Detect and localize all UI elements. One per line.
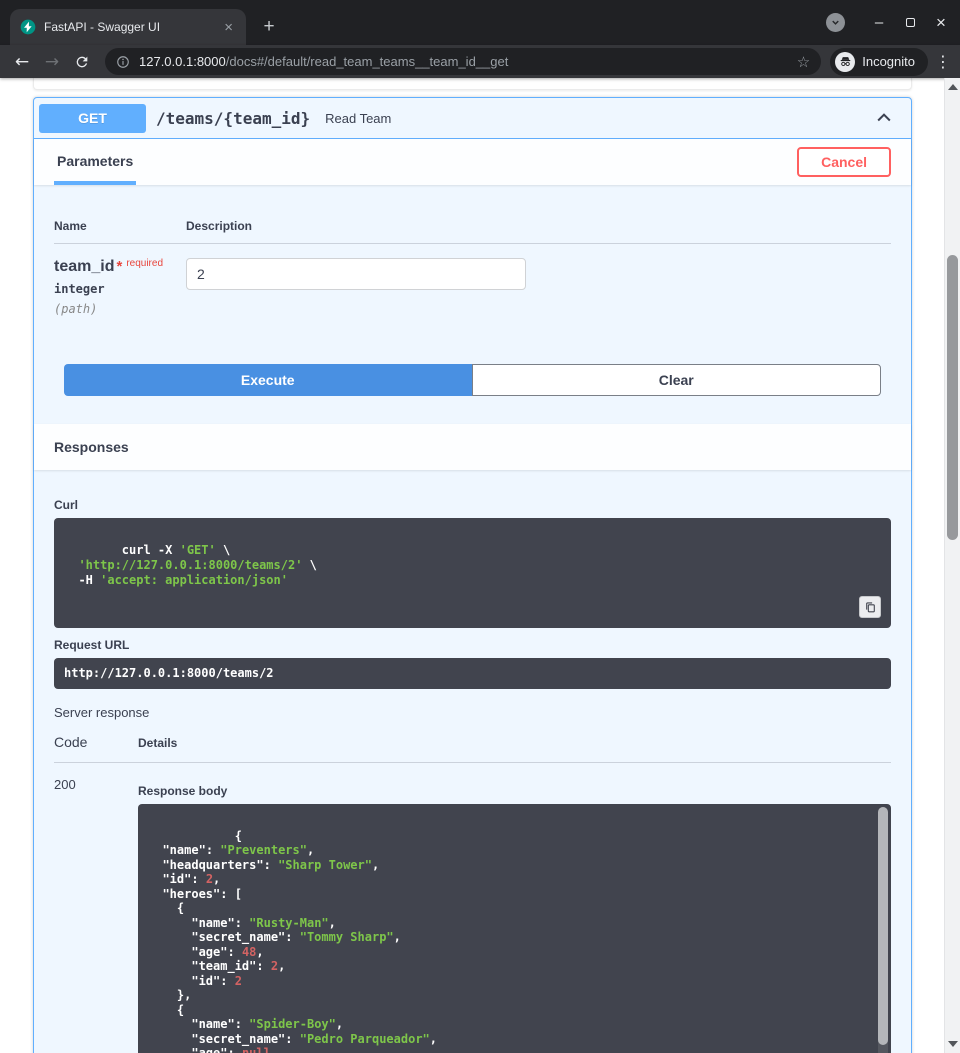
- required-star: *: [116, 258, 122, 275]
- maximize-icon: [906, 18, 915, 27]
- swagger-page: GET /teams/{team_id} Read Team Parameter…: [0, 78, 960, 1053]
- incognito-badge: Incognito: [830, 48, 928, 76]
- parameter-description-cell: [186, 258, 526, 316]
- parameters-table-header: Name Description: [54, 205, 891, 244]
- collapse-chevron-icon[interactable]: [874, 108, 894, 128]
- method-badge: GET: [39, 104, 146, 133]
- parameters-section: Name Description team_id* required intege…: [34, 185, 911, 424]
- incognito-label: Incognito: [862, 54, 915, 69]
- forward-icon: →: [38, 49, 66, 75]
- titlebar: FastAPI - Swagger UI × + – ×: [0, 0, 960, 45]
- page-info-icon[interactable]: [116, 55, 130, 69]
- response-body-code: { "name": "Preventers", "headquarters": …: [138, 804, 891, 1053]
- response-body-label: Response body: [138, 784, 891, 798]
- endpoint-path: /teams/{team_id}: [156, 109, 310, 128]
- endpoint-summary: Read Team: [325, 111, 391, 126]
- status-code: 200: [54, 777, 138, 1053]
- details-column-header: Details: [138, 736, 177, 750]
- parameter-location: (path): [54, 302, 186, 316]
- browser-chrome: FastAPI - Swagger UI × + – × ← → 127.0.0…: [0, 0, 960, 78]
- responses-title: Responses: [54, 439, 129, 455]
- url-host: 127.0.0.1:8000: [139, 54, 226, 69]
- close-button[interactable]: ×: [934, 14, 948, 31]
- curl-command-text: curl -X 'GET' \ 'http://127.0.0.1:8000/t…: [64, 543, 317, 587]
- description-column-header: Description: [186, 219, 252, 233]
- code-column-header: Code: [54, 734, 138, 750]
- maximize-button[interactable]: [903, 15, 917, 30]
- page-scrollbar[interactable]: [944, 78, 960, 1053]
- new-tab-button[interactable]: +: [256, 14, 282, 40]
- response-scrollbar-thumb[interactable]: [878, 807, 888, 1045]
- scroll-up-icon[interactable]: [948, 84, 958, 90]
- response-table-header: Code Details: [54, 734, 891, 763]
- tab-search-icon[interactable]: [826, 13, 845, 32]
- response-row: 200 Response body { "name": "Preventers"…: [54, 777, 891, 1053]
- tab-close-icon[interactable]: ×: [221, 19, 236, 36]
- clear-button[interactable]: Clear: [472, 364, 882, 396]
- window-controls: – ×: [826, 0, 948, 45]
- parameter-row: team_id* required integer (path): [54, 244, 891, 316]
- execute-row: Execute Clear: [64, 364, 881, 396]
- parameter-name-cell: team_id* required integer (path): [54, 258, 186, 316]
- address-bar[interactable]: 127.0.0.1:8000/docs#/default/read_team_t…: [105, 48, 821, 75]
- parameter-type: integer: [54, 282, 186, 296]
- tab-parameters[interactable]: Parameters: [54, 139, 136, 185]
- parameter-name: team_id: [54, 258, 114, 275]
- incognito-icon: [835, 52, 855, 72]
- team-id-input[interactable]: [186, 258, 526, 290]
- curl-label: Curl: [54, 498, 891, 512]
- server-response-label: Server response: [54, 705, 891, 720]
- scroll-down-icon[interactable]: [948, 1041, 958, 1047]
- bookmark-star-icon[interactable]: ☆: [797, 53, 810, 71]
- browser-tab[interactable]: FastAPI - Swagger UI ×: [10, 9, 246, 45]
- request-url-label: Request URL: [54, 638, 891, 652]
- request-url-value: http://127.0.0.1:8000/teams/2: [54, 658, 891, 689]
- response-json-text: { "name": "Preventers", "headquarters": …: [148, 829, 437, 1053]
- parameters-header: Parameters Cancel: [34, 139, 911, 185]
- url-path: /docs#/default/read_team_teams__team_id_…: [226, 54, 509, 69]
- name-column-header: Name: [54, 219, 186, 233]
- previous-section-edge: [33, 78, 912, 90]
- responses-section: Curl curl -X 'GET' \ 'http://127.0.0.1:8…: [34, 470, 911, 1053]
- url-text[interactable]: 127.0.0.1:8000/docs#/default/read_team_t…: [139, 54, 797, 69]
- tab-title: FastAPI - Swagger UI: [44, 20, 221, 34]
- required-label: required: [126, 258, 163, 269]
- page-scrollbar-thumb[interactable]: [947, 255, 958, 540]
- cancel-button[interactable]: Cancel: [797, 147, 891, 177]
- curl-code: curl -X 'GET' \ 'http://127.0.0.1:8000/t…: [54, 518, 891, 628]
- fastapi-favicon-icon: [20, 19, 36, 35]
- browser-toolbar: ← → 127.0.0.1:8000/docs#/default/read_te…: [0, 45, 960, 78]
- opblock-get-read-team: GET /teams/{team_id} Read Team Parameter…: [33, 97, 912, 1053]
- minimize-button[interactable]: –: [872, 15, 886, 30]
- responses-header: Responses: [34, 424, 911, 470]
- reload-icon[interactable]: [68, 49, 96, 75]
- browser-menu-icon[interactable]: ⋮: [934, 52, 952, 71]
- execute-button[interactable]: Execute: [64, 364, 472, 396]
- back-icon[interactable]: ←: [8, 49, 36, 75]
- opblock-summary[interactable]: GET /teams/{team_id} Read Team: [34, 98, 911, 139]
- response-details-cell: Response body { "name": "Preventers", "h…: [138, 777, 891, 1053]
- copy-to-clipboard-icon[interactable]: [859, 596, 881, 618]
